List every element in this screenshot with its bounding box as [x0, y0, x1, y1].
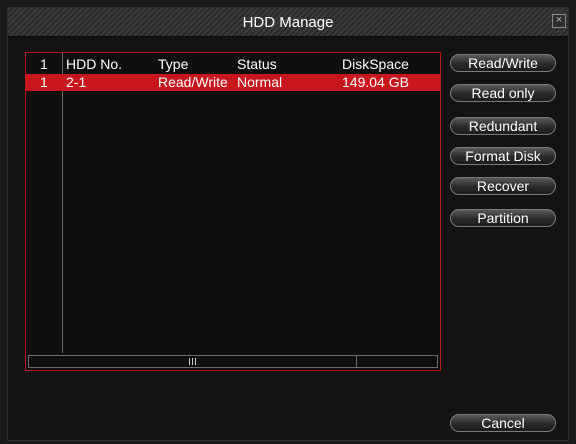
redundant-button[interactable]: Redundant — [450, 117, 556, 135]
header-disk-space: DiskSpace — [342, 56, 409, 72]
hdd-table: 1 HDD No. Type Status DiskSpace 1 2-1 Re… — [25, 52, 441, 371]
table-row[interactable]: 1 2-1 Read/Write Normal 149.04 GB — [26, 74, 440, 91]
dialog-title: HDD Manage — [242, 14, 334, 31]
header-status: Status — [237, 56, 277, 72]
grip-icon — [189, 358, 196, 365]
close-icon[interactable]: × — [552, 14, 566, 28]
row-hdd-no: 2-1 — [66, 74, 87, 90]
format-disk-button[interactable]: Format Disk — [450, 147, 556, 165]
title-bar[interactable]: HDD Manage × — [8, 8, 568, 37]
row-status: Normal — [237, 74, 283, 90]
cancel-button[interactable]: Cancel — [450, 414, 556, 432]
header-type: Type — [158, 56, 189, 72]
read-write-button[interactable]: Read/Write — [450, 54, 556, 72]
row-disk-space: 149.04 GB — [342, 74, 409, 90]
recover-button[interactable]: Recover — [450, 177, 556, 195]
partition-button[interactable]: Partition — [450, 209, 556, 227]
scrollbar-thumb[interactable] — [29, 356, 357, 367]
row-index: 1 — [40, 74, 48, 90]
table-header: 1 HDD No. Type Status DiskSpace — [26, 56, 440, 73]
column-divider — [62, 53, 63, 353]
header-index: 1 — [40, 56, 48, 72]
header-hdd-no: HDD No. — [66, 56, 123, 72]
read-only-button[interactable]: Read only — [450, 84, 556, 102]
row-type: Read/Write — [158, 74, 228, 90]
hdd-manage-dialog: HDD Manage × 1 HDD No. Type Status DiskS… — [8, 8, 568, 440]
horizontal-scrollbar[interactable] — [28, 355, 438, 368]
